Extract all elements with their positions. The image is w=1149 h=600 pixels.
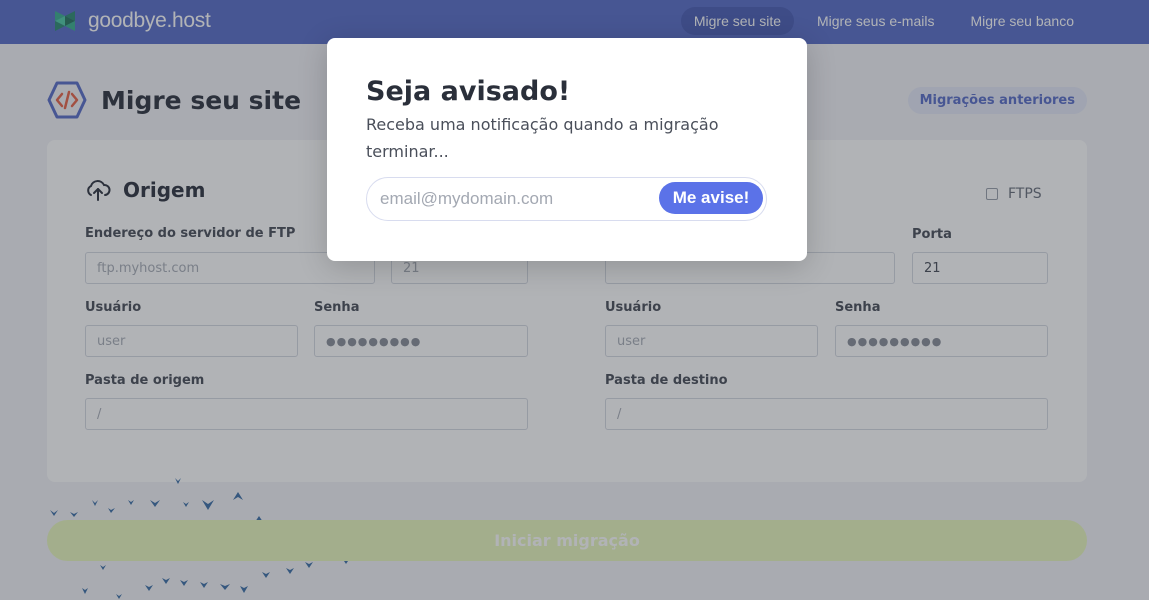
modal-title: Seja avisado! bbox=[366, 76, 571, 107]
email-input[interactable] bbox=[367, 178, 657, 219]
notify-modal: Seja avisado! Receba uma notificação qua… bbox=[327, 38, 807, 261]
modal-description: Receba uma notificação quando a migração… bbox=[366, 115, 719, 161]
notify-me-button[interactable]: Me avise! bbox=[659, 182, 763, 214]
email-form: Me avise! bbox=[366, 177, 767, 221]
